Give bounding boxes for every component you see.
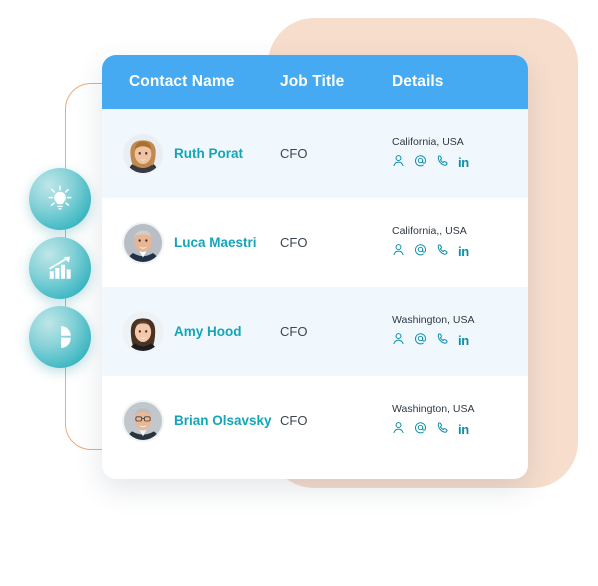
contact-table-illustration: Contact Name Job Title Details Ruth Pora… [0, 0, 598, 586]
avatar-ruth-porat [122, 132, 164, 175]
phone-icon[interactable] [436, 154, 449, 172]
email-at-icon[interactable] [414, 421, 427, 439]
contact-name-link[interactable]: Amy Hood [174, 324, 242, 339]
cell-details: California,, USA in [392, 225, 528, 261]
contact-person-icon[interactable] [392, 421, 405, 439]
table-row[interactable]: Brian Olsavsky CFO Washington, USA in [102, 376, 528, 465]
detail-icon-group: in [392, 243, 528, 261]
bar-chart-growth-icon [45, 253, 75, 283]
cell-contact-name: Amy Hood [102, 310, 280, 353]
table-row[interactable]: Luca Maestri CFO California,, USA in [102, 198, 528, 287]
contact-name-link[interactable]: Luca Maestri [174, 235, 257, 250]
phone-icon[interactable] [436, 421, 449, 439]
linkedin-icon[interactable]: in [458, 423, 469, 436]
contact-location: Washington, USA [392, 313, 475, 326]
linkedin-icon[interactable]: in [458, 245, 469, 258]
cell-job-title: CFO [280, 235, 308, 250]
avatar-luca-maestri [122, 221, 164, 264]
cell-details: Washington, USA in [392, 403, 528, 439]
table-row[interactable]: Amy Hood CFO Washington, USA in [102, 287, 528, 376]
column-header-details: Details [392, 73, 444, 90]
contact-person-icon[interactable] [392, 332, 405, 350]
cell-job-title: CFO [280, 413, 308, 428]
cell-details: California, USA in [392, 136, 528, 172]
email-at-icon[interactable] [414, 332, 427, 350]
detail-icon-group: in [392, 154, 528, 172]
cell-details: Washington, USA in [392, 314, 528, 350]
avatar-brian-olsavsky [122, 399, 164, 442]
badge-pie-chart[interactable] [29, 306, 91, 368]
cell-contact-name: Brian Olsavsky [102, 399, 280, 442]
linkedin-icon[interactable]: in [458, 156, 469, 169]
badge-growth-chart[interactable] [29, 237, 91, 299]
contact-location: Washington, USA [392, 402, 475, 415]
lightbulb-icon [45, 184, 75, 214]
badge-lightbulb[interactable] [29, 168, 91, 230]
phone-icon[interactable] [436, 243, 449, 261]
table-header-row: Contact Name Job Title Details [102, 55, 528, 109]
column-header-job-title: Job Title [280, 73, 345, 90]
detail-icon-group: in [392, 332, 528, 350]
cell-contact-name: Luca Maestri [102, 221, 280, 264]
email-at-icon[interactable] [414, 243, 427, 261]
contact-name-link[interactable]: Ruth Porat [174, 146, 243, 161]
avatar-amy-hood [122, 310, 164, 353]
cell-contact-name: Ruth Porat [102, 132, 280, 175]
phone-icon[interactable] [436, 332, 449, 350]
contact-person-icon[interactable] [392, 154, 405, 172]
contact-location: California,, USA [392, 224, 467, 237]
linkedin-icon[interactable]: in [458, 334, 469, 347]
feature-badge-rail [29, 168, 95, 368]
contact-name-link[interactable]: Brian Olsavsky [174, 413, 272, 428]
email-at-icon[interactable] [414, 154, 427, 172]
pie-chart-icon [45, 322, 75, 352]
contact-person-icon[interactable] [392, 243, 405, 261]
column-header-contact-name: Contact Name [129, 73, 235, 90]
cell-job-title: CFO [280, 324, 308, 339]
cell-job-title: CFO [280, 146, 308, 161]
contact-table-card: Contact Name Job Title Details Ruth Pora… [102, 55, 528, 479]
contact-location: California, USA [392, 135, 464, 148]
detail-icon-group: in [392, 421, 528, 439]
table-row[interactable]: Ruth Porat CFO California, USA in [102, 109, 528, 198]
